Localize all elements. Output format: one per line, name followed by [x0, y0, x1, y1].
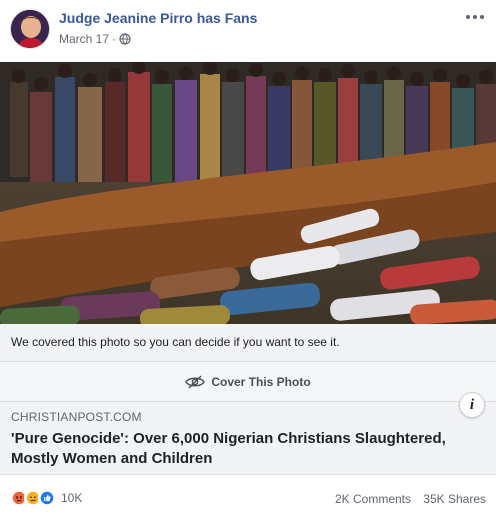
comments-count[interactable]: 2K Comments	[335, 492, 411, 506]
sensitive-photo-notice: We covered this photo so you can decide …	[0, 324, 496, 362]
cover-photo-button[interactable]: Cover This Photo	[0, 362, 496, 402]
post-header: Judge Jeanine Pirro has Fans March 17 ·	[0, 0, 496, 62]
eye-slash-icon	[185, 375, 206, 388]
cover-photo-label: Cover This Photo	[211, 374, 311, 389]
like-reaction-icon	[38, 489, 56, 507]
page-avatar[interactable]	[10, 9, 50, 49]
post-footer: 10K 2K Comments 35K Shares	[0, 475, 496, 517]
post-meta: March 17 ·	[59, 32, 131, 46]
globe-icon[interactable]	[119, 33, 131, 45]
meta-separator: ·	[112, 32, 117, 46]
reactions-summary[interactable]: 10K	[10, 489, 82, 507]
info-icon[interactable]: i	[459, 392, 485, 418]
post-date[interactable]: March 17	[59, 32, 109, 46]
shares-count[interactable]: 35K Shares	[423, 492, 486, 506]
post-photo[interactable]	[0, 62, 496, 324]
page-name-link[interactable]: Judge Jeanine Pirro has Fans	[59, 10, 257, 26]
reaction-count[interactable]: 10K	[61, 491, 82, 505]
link-preview[interactable]: CHRISTIANPOST.COM 'Pure Genocide': Over …	[0, 392, 496, 475]
more-options-icon[interactable]	[466, 12, 486, 22]
link-title[interactable]: 'Pure Genocide': Over 6,000 Nigerian Chr…	[11, 429, 481, 469]
link-domain: CHRISTIANPOST.COM	[11, 410, 142, 424]
sensitive-photo-text: We covered this photo so you can decide …	[11, 335, 340, 349]
